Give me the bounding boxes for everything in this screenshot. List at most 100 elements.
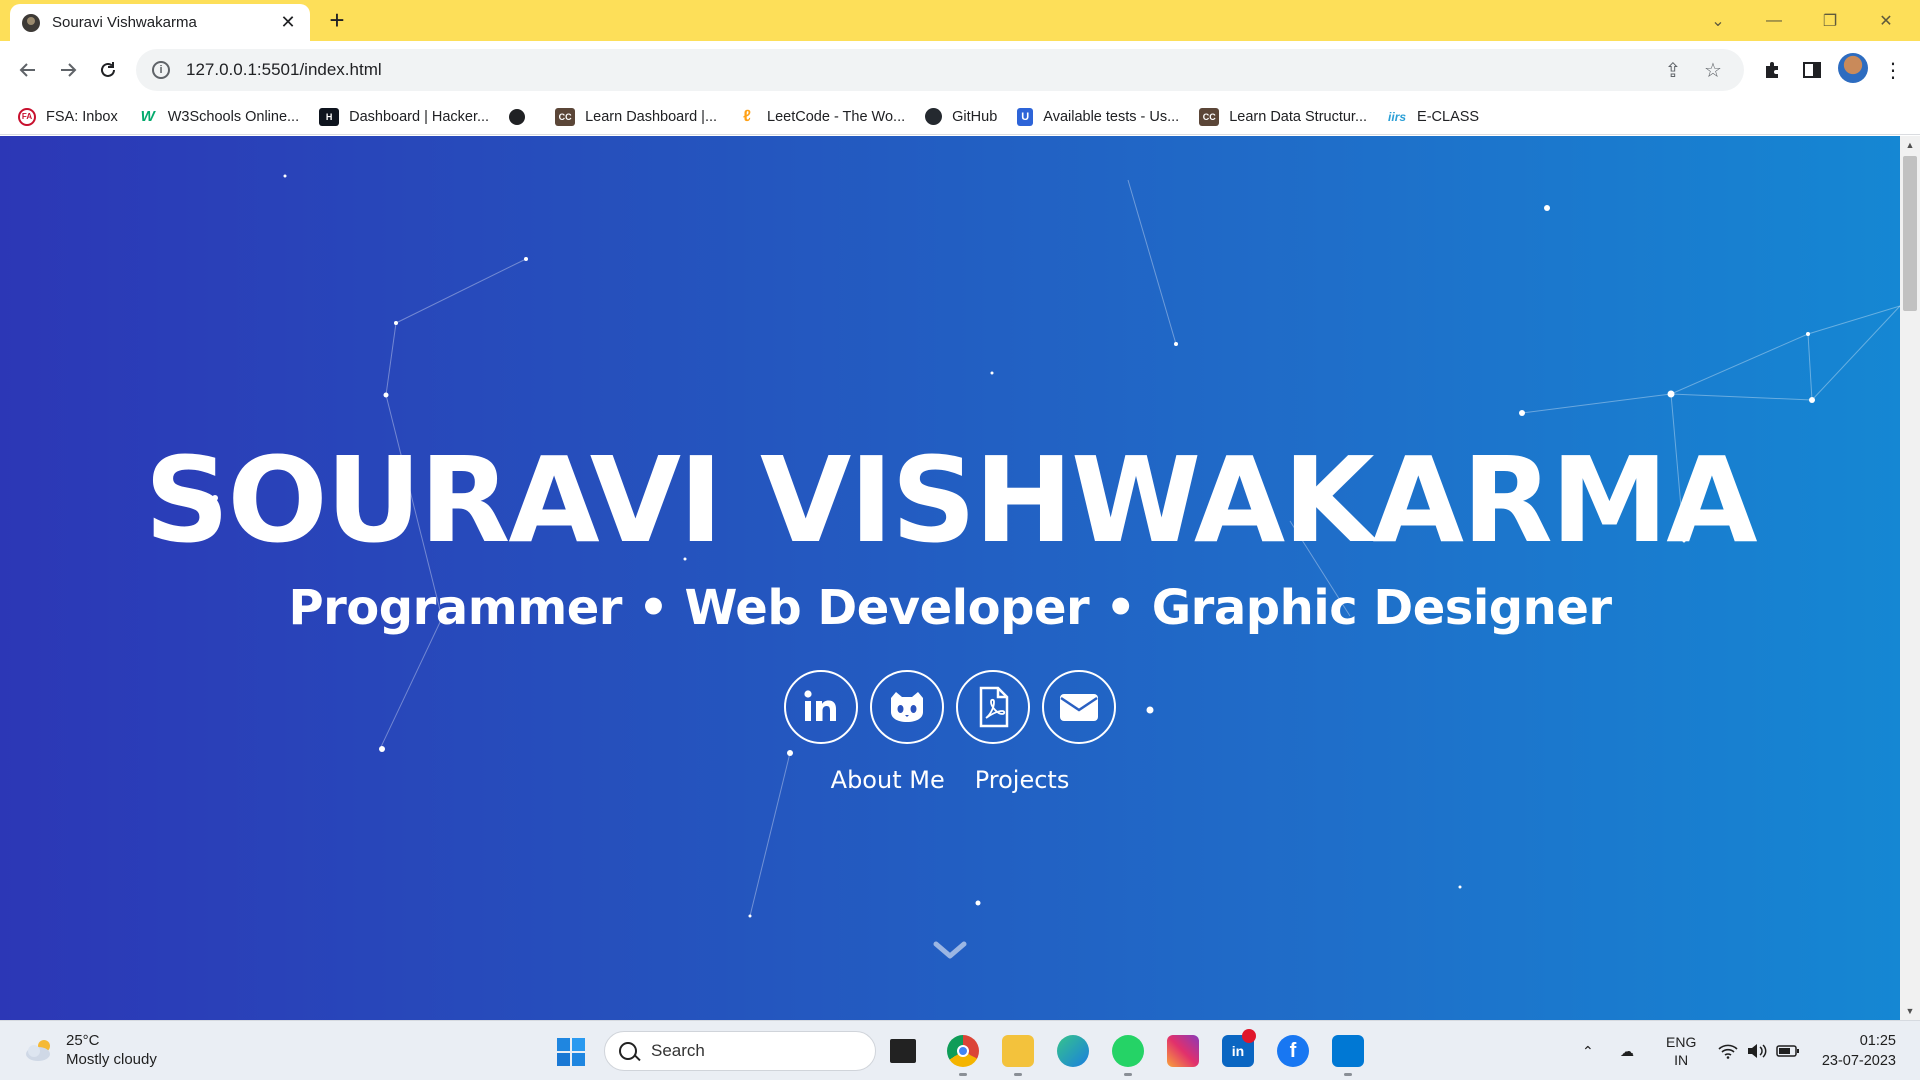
bookmark-label: Learn Data Structur... — [1229, 108, 1368, 125]
about-me-link[interactable]: About Me — [831, 766, 945, 794]
instagram-icon[interactable] — [1167, 1035, 1199, 1067]
tab-close-icon[interactable]: ✕ — [278, 12, 298, 33]
pdf-icon — [979, 686, 1009, 728]
new-tab-button[interactable]: + — [322, 6, 352, 36]
github-icon — [891, 692, 923, 722]
linkedin-taskbar-icon[interactable]: in — [1222, 1029, 1256, 1067]
browser-tabstrip: Souravi Vishwakarma ✕ + ⌄ — ❐ ✕ — [0, 0, 1920, 41]
page-hero: SOURAVI VISHWAKARMA Programmer • Web Dev… — [0, 136, 1900, 1020]
bookmark-star-icon[interactable]: ☆ — [1698, 58, 1728, 83]
chrome-taskbar-icon[interactable] — [947, 1035, 979, 1067]
github-icon — [925, 108, 943, 125]
battery-icon[interactable] — [1776, 1021, 1800, 1081]
windows-start-icon[interactable] — [556, 1037, 586, 1067]
linkedin-icon — [804, 690, 836, 721]
page-scrollbar[interactable]: ▲ ▼ — [1900, 136, 1920, 1020]
share-icon[interactable]: ⇪ — [1658, 58, 1688, 83]
bookmark-github[interactable]: GitHub — [925, 108, 997, 125]
tab-search-icon[interactable]: ⌄ — [1690, 0, 1746, 41]
volume-icon[interactable] — [1746, 1021, 1768, 1081]
search-icon — [619, 1042, 637, 1060]
vscode-icon[interactable] — [1332, 1035, 1364, 1067]
fsa-icon: FA — [18, 107, 36, 126]
bookmark-globe[interactable] — [509, 108, 535, 125]
back-button[interactable] — [10, 52, 46, 88]
site-favicon-icon — [22, 13, 40, 32]
profile-avatar[interactable] — [1838, 53, 1868, 83]
linkedin-button[interactable] — [784, 670, 858, 744]
social-links — [0, 670, 1900, 744]
edge-icon[interactable] — [1057, 1035, 1089, 1067]
hero-subtitle: Programmer • Web Developer • Graphic Des… — [288, 580, 1612, 636]
particle-network-background — [212, 174, 1900, 918]
test-platform-icon: U — [1017, 107, 1034, 126]
envelope-icon — [1060, 694, 1098, 721]
language-region: IN — [1674, 1052, 1689, 1068]
chrome-menu-icon[interactable]: ⋮ — [1878, 55, 1908, 85]
bookmark-label: Available tests - Us... — [1043, 108, 1180, 125]
scroll-up-arrow-icon[interactable]: ▲ — [1900, 136, 1920, 154]
bookmark-available-tests[interactable]: U Available tests - Us... — [1017, 107, 1180, 126]
globe-icon — [509, 108, 526, 125]
bookmark-leetcode[interactable]: ℓ LeetCode - The Wo... — [737, 108, 905, 126]
scroll-down-chevron-icon[interactable] — [930, 936, 970, 966]
bookmark-label: Learn Dashboard |... — [585, 108, 718, 125]
minimize-icon[interactable]: — — [1746, 0, 1802, 41]
iirs-icon: iirs — [1388, 109, 1407, 124]
weather-widget[interactable]: 25°C Mostly cloudy — [22, 1031, 157, 1069]
hero-name-heading: SOURAVI VISHWAKARMA — [144, 431, 1757, 569]
file-explorer-icon[interactable] — [1002, 1035, 1034, 1067]
whatsapp-icon[interactable] — [1112, 1035, 1144, 1067]
resume-pdf-button[interactable] — [956, 670, 1030, 744]
github-button[interactable] — [870, 670, 944, 744]
facebook-icon[interactable]: f — [1277, 1035, 1309, 1067]
weather-temperature: 25°C — [66, 1032, 100, 1049]
reload-button[interactable] — [90, 52, 126, 88]
bookmark-label: E-CLASS — [1417, 108, 1480, 125]
bookmark-label: W3Schools Online... — [167, 108, 300, 125]
address-bar[interactable]: i 127.0.0.1:5501/index.html ⇪ ☆ — [136, 49, 1744, 91]
back-arrow-icon — [19, 63, 35, 77]
forward-button[interactable] — [50, 52, 86, 88]
system-clock[interactable]: 01:25 23-07-2023 — [1816, 1031, 1896, 1071]
codechef-icon: CC — [1199, 107, 1220, 126]
address-url[interactable]: 127.0.0.1:5501/index.html — [186, 60, 1648, 80]
language-code: ENG — [1666, 1034, 1697, 1050]
hero-nav-links: About Me Projects — [0, 766, 1900, 794]
bookmark-fsa-inbox[interactable]: FA FSA: Inbox — [18, 107, 118, 126]
bookmark-label: FSA: Inbox — [46, 108, 118, 125]
language-indicator[interactable]: ENG IN — [1666, 1021, 1696, 1081]
taskbar-search[interactable]: Search — [604, 1031, 876, 1071]
bookmark-label: Dashboard | Hacker... — [349, 108, 490, 125]
email-button[interactable] — [1042, 670, 1116, 744]
bookmark-codechef-dsa[interactable]: CC Learn Data Structur... — [1199, 107, 1368, 126]
weather-description: Mostly cloudy — [66, 1051, 157, 1068]
close-window-icon[interactable]: ✕ — [1858, 0, 1914, 41]
leetcode-icon: ℓ — [743, 107, 751, 125]
bookmark-codechef-dashboard[interactable]: CC Learn Dashboard |... — [555, 107, 718, 126]
codechef-icon: CC — [555, 107, 576, 126]
scroll-down-arrow-icon[interactable]: ▼ — [1900, 1002, 1920, 1020]
wifi-icon[interactable] — [1718, 1021, 1738, 1081]
bookmark-eclass[interactable]: iirs E-CLASS — [1387, 108, 1479, 126]
scrollbar-thumb[interactable] — [1903, 156, 1917, 311]
task-view-icon[interactable] — [890, 1039, 916, 1063]
side-panel-icon[interactable] — [1797, 55, 1827, 85]
extensions-icon[interactable] — [1757, 55, 1787, 85]
bookmark-hackerrank[interactable]: H Dashboard | Hacker... — [319, 107, 490, 126]
show-hidden-icons-icon[interactable]: ⌃ — [1582, 1021, 1594, 1081]
onedrive-cloud-icon[interactable]: ☁ — [1620, 1021, 1634, 1081]
bookmark-w3schools[interactable]: W W3Schools Online... — [138, 108, 299, 126]
browser-toolbar: i 127.0.0.1:5501/index.html ⇪ ☆ ⋮ — [0, 41, 1920, 99]
bookmark-label: GitHub — [952, 108, 998, 125]
projects-link[interactable]: Projects — [975, 766, 1070, 794]
taskbar-search-placeholder: Search — [651, 1041, 705, 1060]
restore-icon[interactable]: ❐ — [1802, 0, 1858, 41]
clock-date: 23-07-2023 — [1821, 1053, 1896, 1069]
browser-tab[interactable]: Souravi Vishwakarma ✕ — [10, 4, 310, 41]
cloudy-weather-icon — [26, 1040, 50, 1061]
tab-title: Souravi Vishwakarma — [52, 14, 197, 31]
site-info-icon[interactable]: i — [152, 61, 170, 79]
windows-taskbar: 25°C Mostly cloudy Search in f ⌃ ☁ ENG I… — [0, 1020, 1920, 1080]
bookmark-label: LeetCode - The Wo... — [767, 108, 906, 125]
